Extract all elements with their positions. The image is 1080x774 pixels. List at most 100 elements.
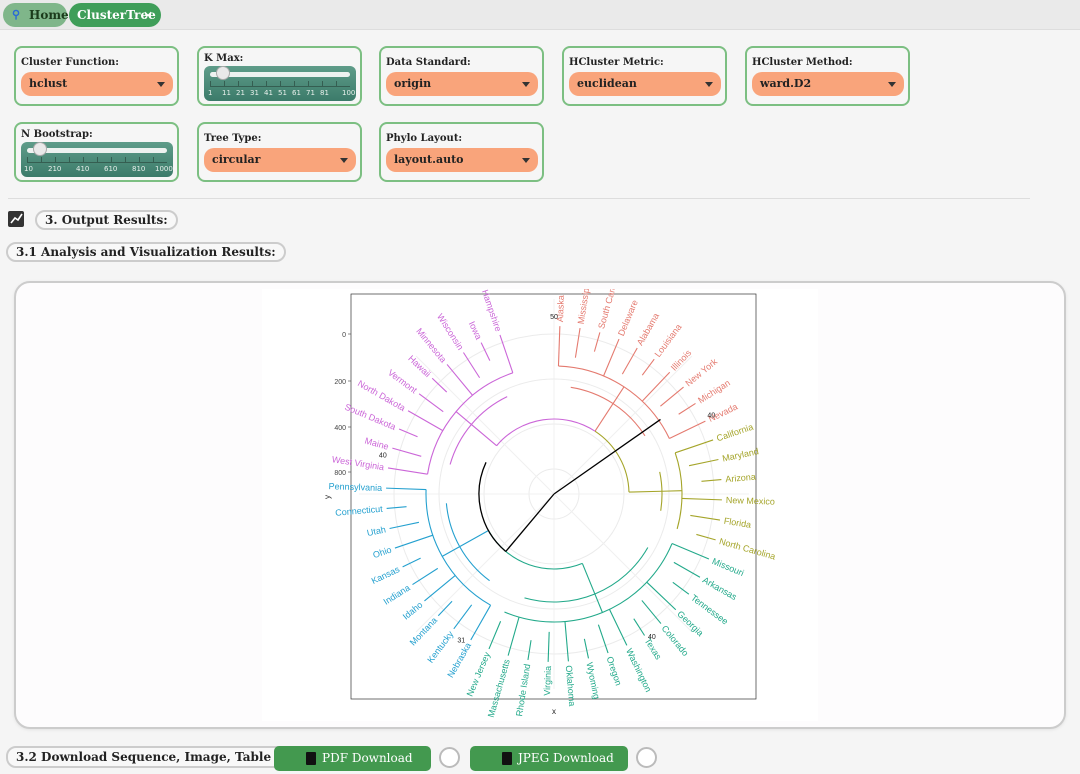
data-standard-select[interactable]: origin: [386, 72, 538, 96]
cluster-branch: [581, 563, 596, 595]
tab-bar: ⚲ Home ClusterTree ×: [0, 0, 1080, 30]
leaf-branch: [701, 479, 722, 482]
leaf-branch: [527, 640, 532, 661]
leaf-label: New Mexico: [726, 495, 775, 507]
leaf-label: Montana: [408, 615, 439, 647]
download-icon: [306, 752, 316, 765]
leaf-label: California: [715, 422, 754, 444]
cluster-function-value: hclust: [29, 77, 68, 90]
output-results-heading: 3. Output Results:: [35, 210, 178, 230]
data-standard-card: Data Standard: origin: [379, 46, 544, 106]
leaf-branch: [669, 420, 706, 440]
slider-track: [27, 148, 167, 153]
tree-svg: 0200400800xyAlaska Mississippi South Carol…: [323, 269, 777, 719]
tree-type-select[interactable]: circular: [204, 148, 356, 172]
n-bootstrap-card: N Bootstrap: 10 210 410 610 810 1000: [14, 122, 179, 182]
leaf-label: Maine: [364, 436, 390, 452]
leaf-branch: [646, 581, 677, 611]
leaf-branch: [402, 557, 421, 568]
jpeg-download-button[interactable]: JPEG Download: [470, 746, 628, 771]
leaf-branch: [398, 428, 418, 438]
leaf-label: Alabama: [635, 311, 661, 347]
leaf-label: Ohio: [372, 545, 393, 561]
cluster-branch: [594, 403, 614, 432]
leaf-label: Missouri: [711, 556, 746, 578]
cluster-branch: [661, 490, 682, 492]
leaf-label: Washington: [624, 647, 653, 694]
leaf-label: Mississippi: [576, 289, 593, 325]
tick-label: 10: [24, 165, 33, 173]
leaf-label: New York: [683, 356, 719, 388]
pin-icon: ⚲: [12, 8, 21, 21]
tick-label: 61: [292, 89, 301, 97]
leaf-branch: [394, 534, 433, 549]
root-branch: [553, 418, 661, 495]
tab-clustertree[interactable]: ClusterTree ×: [69, 3, 161, 27]
leaf-label: Pennsylvania: [328, 481, 382, 493]
leaf-label: Georgia: [675, 609, 705, 638]
leaf-label: Kentucky: [425, 629, 455, 665]
leaf-branch: [407, 410, 444, 432]
close-icon[interactable]: ×: [143, 3, 153, 27]
leaf-label: Arkansas: [701, 575, 739, 603]
jpeg-download-label: JPEG Download: [518, 751, 614, 765]
grid-spoke: [553, 493, 693, 633]
tick-label: 21: [236, 89, 245, 97]
tick-label: 31: [250, 89, 259, 97]
leaf-branch: [675, 439, 714, 454]
y-tick-label: 800: [334, 470, 346, 477]
n-bootstrap-slider[interactable]: 10 210 410 610 810 1000: [21, 142, 173, 177]
leaf-label: Massachusetts: [486, 658, 512, 719]
leaf-branch: [499, 334, 514, 373]
tick-label: 71: [306, 89, 315, 97]
hcluster-metric-label: HCluster Metric:: [569, 57, 664, 68]
chevron-down-icon: [522, 82, 530, 87]
leaf-label: Iowa: [467, 320, 484, 341]
leaf-label: Delaware: [616, 298, 640, 337]
cluster-function-select[interactable]: hclust: [21, 72, 173, 96]
root-arc: [478, 462, 507, 552]
leaf-branch: [641, 600, 662, 624]
tick-label: 610: [104, 165, 118, 173]
slider-handle[interactable]: [33, 142, 47, 156]
leaf-label: Idaho: [401, 600, 425, 622]
hcluster-method-select[interactable]: ward.D2: [752, 72, 904, 96]
hcluster-metric-select[interactable]: euclidean: [569, 72, 721, 96]
tab-home[interactable]: ⚲ Home: [3, 3, 69, 27]
tree-type-label: Tree Type:: [204, 133, 262, 144]
pdf-download-button[interactable]: PDF Download: [274, 746, 431, 771]
leaf-branch: [480, 342, 491, 361]
leaf-branch: [547, 631, 550, 662]
slider-handle[interactable]: [216, 66, 230, 80]
leaf-branch: [696, 533, 716, 541]
tick-label: 81: [320, 89, 329, 97]
leaf-label: Utah: [366, 524, 387, 538]
x-axis-label: x: [552, 707, 556, 716]
phylo-layout-label: Phylo Layout:: [386, 133, 463, 144]
phylo-layout-value: layout.auto: [394, 153, 464, 166]
y-tick-label: 400: [334, 425, 346, 432]
leaf-label: Wisconsin: [435, 312, 466, 352]
tick-label: 1: [208, 89, 213, 97]
leaf-branch: [673, 561, 701, 578]
k-max-slider[interactable]: 1 11 21 31 41 51 61 71 81 100: [204, 66, 356, 101]
leaf-branch: [583, 638, 590, 659]
leaf-branch: [462, 352, 481, 379]
leaf-label: Arizona: [725, 472, 756, 485]
leaf-label: North Carolina: [718, 536, 777, 561]
leaf-branch: [392, 447, 422, 457]
leaf-label: Colorado: [660, 623, 691, 658]
leaf-branch: [621, 347, 638, 375]
k-max-label: K Max:: [204, 53, 244, 64]
leaf-branch: [681, 497, 722, 501]
phylo-layout-select[interactable]: layout.auto: [386, 148, 538, 172]
analysis-results-heading: 3.1 Analysis and Visualization Results:: [6, 242, 286, 262]
leaf-label: Oregon: [605, 655, 624, 687]
tick-label: 410: [76, 165, 90, 173]
grid-spoke: [415, 355, 555, 495]
leaf-label: Louisiana: [653, 322, 684, 359]
tick-label: 810: [132, 165, 146, 173]
tick-label: 100: [342, 89, 356, 97]
hcluster-method-label: HCluster Method:: [752, 57, 853, 68]
leaf-branch: [412, 567, 439, 586]
